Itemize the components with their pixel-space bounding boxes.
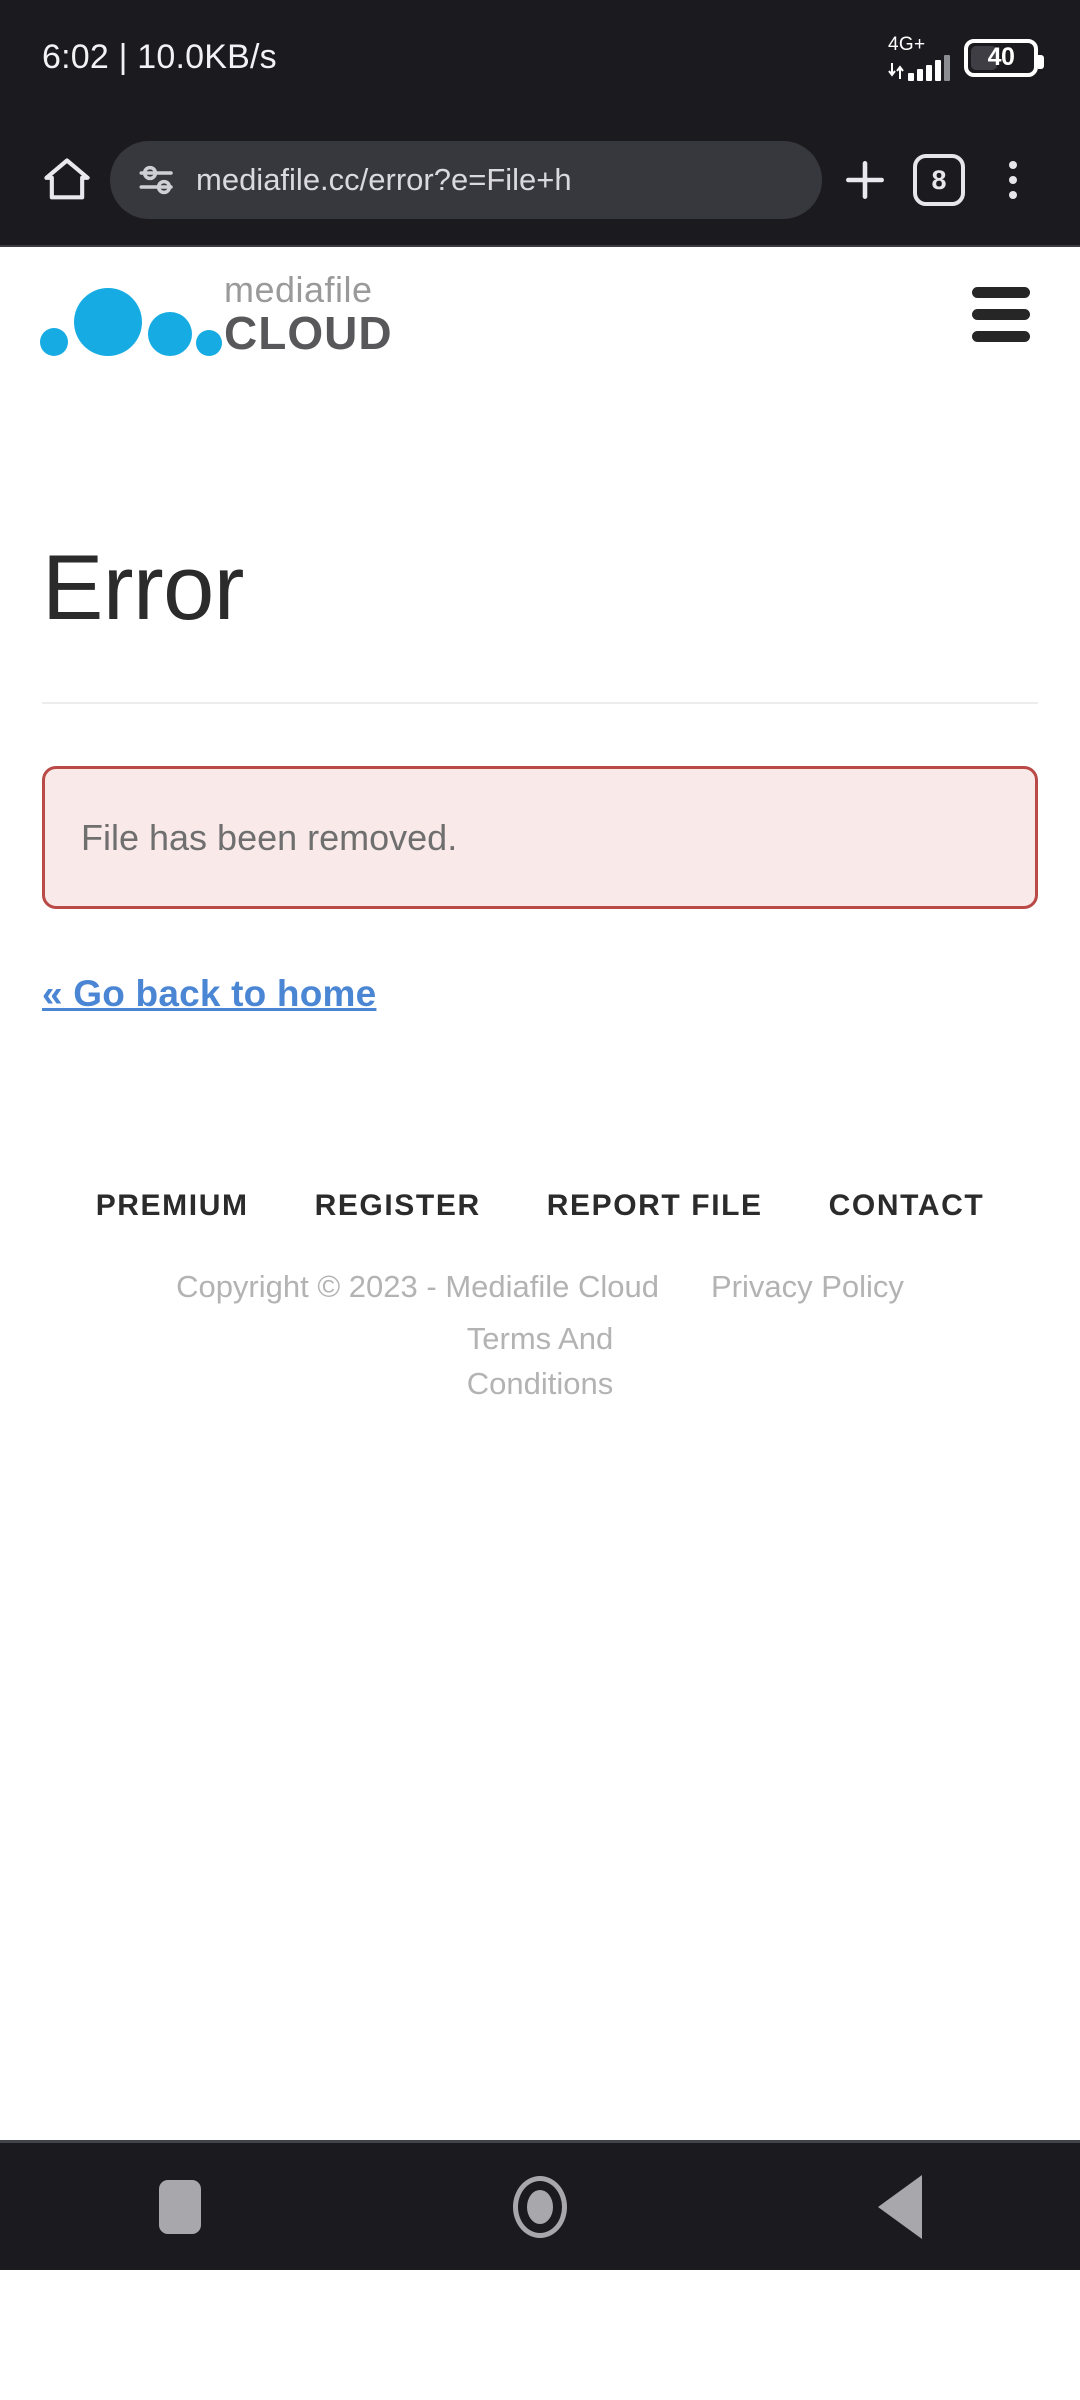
home-button[interactable] [30,143,104,217]
logo-dots-icon [40,280,222,358]
site-header: mediafile CLOUD [0,247,1080,382]
status-time-and-speed: 6:02 | 10.0KB/s [42,38,277,76]
footer-link-premium[interactable]: PREMIUM [96,1189,249,1223]
android-navigation-bar [0,2140,1080,2270]
home-icon [44,158,90,200]
logo-wordmark: mediafile CLOUD [224,268,393,359]
main-content: Error File has been removed. « Go back t… [0,542,1080,1015]
tab-counter-icon: 8 [913,154,965,206]
triangle-back-icon [878,2174,922,2239]
new-tab-button[interactable] [828,143,902,217]
privacy-policy-link[interactable]: Privacy Policy [711,1269,904,1305]
error-alert-message: File has been removed. [81,816,458,858]
page-content: mediafile CLOUD Error File has been remo… [0,247,1080,2270]
tune-icon [139,165,173,195]
hamburger-menu-icon[interactable] [964,279,1038,350]
site-footer: PREMIUM REGISTER REPORT FILE CONTACT Cop… [0,1189,1080,1407]
copyright-text: Copyright © 2023 - Mediafile Cloud [176,1269,659,1304]
terms-and-conditions-link[interactable]: Terms And Conditions [420,1317,660,1407]
tab-switcher-button[interactable]: 8 [902,143,976,217]
square-recents-icon [159,2179,201,2234]
status-indicators: 4G+ 40 [888,35,1044,81]
battery-level-label: 40 [987,43,1015,71]
browser-toolbar: mediafile.cc/error?e=File+h 8 [0,115,1080,247]
footer-link-register[interactable]: REGISTER [315,1189,481,1223]
logo-bottom-text: CLOUD [224,306,393,359]
url-text[interactable]: mediafile.cc/error?e=File+h [196,162,796,198]
signal-bars-icon [888,54,950,81]
footer-link-report-file[interactable]: REPORT FILE [547,1189,763,1223]
url-bar[interactable]: mediafile.cc/error?e=File+h [110,141,822,219]
network-indicator: 4G+ [888,35,950,81]
overflow-menu-button[interactable] [976,143,1050,217]
more-vertical-icon [1009,161,1017,199]
battery-icon: 40 [964,38,1044,77]
plus-icon [846,161,884,199]
back-button[interactable] [830,2142,970,2272]
data-updown-icon [888,61,904,81]
footer-legal: Copyright © 2023 - Mediafile Cloud Priva… [42,1269,1038,1407]
recents-button[interactable] [110,2142,250,2272]
footer-nav: PREMIUM REGISTER REPORT FILE CONTACT [42,1189,1038,1223]
page-title: Error [42,537,244,639]
title-divider [42,702,1038,704]
logo-top-text: mediafile [224,268,373,310]
status-bar: 6:02 | 10.0KB/s 4G+ 40 [0,0,1080,115]
footer-link-contact[interactable]: CONTACT [829,1189,985,1223]
tab-count-label: 8 [931,164,947,195]
go-back-home-link[interactable]: « Go back to home [42,973,376,1015]
circle-home-icon [513,2175,567,2238]
error-alert-box: File has been removed. [42,766,1038,909]
home-button-android[interactable] [470,2142,610,2272]
network-type-label: 4G+ [888,33,926,55]
site-logo[interactable]: mediafile CLOUD [40,268,393,359]
